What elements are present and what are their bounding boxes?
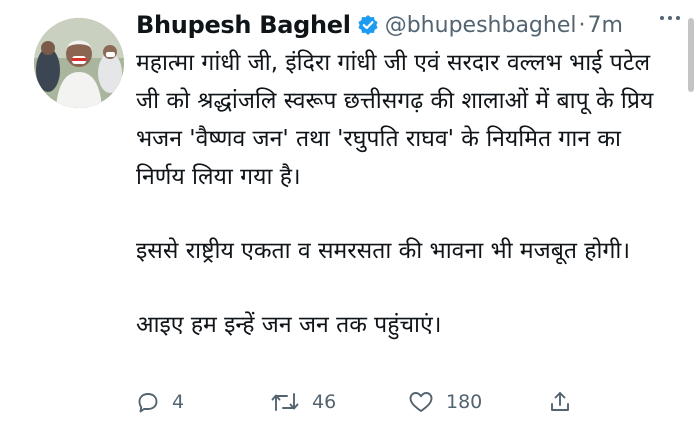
tweet-timestamp[interactable]: 7m — [587, 13, 622, 38]
share-icon — [548, 390, 572, 414]
tweet-header: Bhupesh Baghel @bhupeshbaghel · 7m — [136, 8, 676, 42]
author-handle[interactable]: @bhupeshbaghel — [385, 13, 577, 38]
reply-button[interactable]: 4 — [136, 384, 184, 420]
header-separator: · — [578, 12, 586, 38]
like-count: 180 — [446, 391, 483, 413]
author-name[interactable]: Bhupesh Baghel — [136, 11, 351, 39]
tweet-paragraph-3: आइए हम इन्हें जन जन तक पहुंचाएं। — [136, 312, 442, 338]
scrollbar[interactable] — [688, 18, 694, 92]
avatar-photo — [34, 18, 124, 108]
verified-badge-icon — [357, 14, 379, 36]
reply-count: 4 — [172, 391, 185, 413]
retweet-button[interactable]: 46 — [270, 384, 336, 420]
share-button[interactable] — [548, 384, 572, 420]
tweet-paragraph-2: इससे राष्ट्रीय एकता व समरसता की भावना भी… — [136, 238, 631, 264]
reply-icon — [136, 390, 160, 414]
retweet-count: 46 — [312, 391, 337, 413]
tweet-actions: 4 46 180 — [136, 384, 576, 420]
author-avatar[interactable] — [34, 18, 124, 108]
retweet-icon — [270, 390, 300, 414]
like-icon — [408, 390, 434, 414]
like-button[interactable]: 180 — [408, 384, 482, 420]
tweet-paragraph-1: महात्मा गांधी जी, इंदिरा गांधी जी एवं सर… — [136, 50, 654, 190]
more-options-icon[interactable] — [660, 16, 680, 20]
tweet-text: महात्मा गांधी जी, इंदिरा गांधी जी एवं सर… — [136, 44, 676, 344]
